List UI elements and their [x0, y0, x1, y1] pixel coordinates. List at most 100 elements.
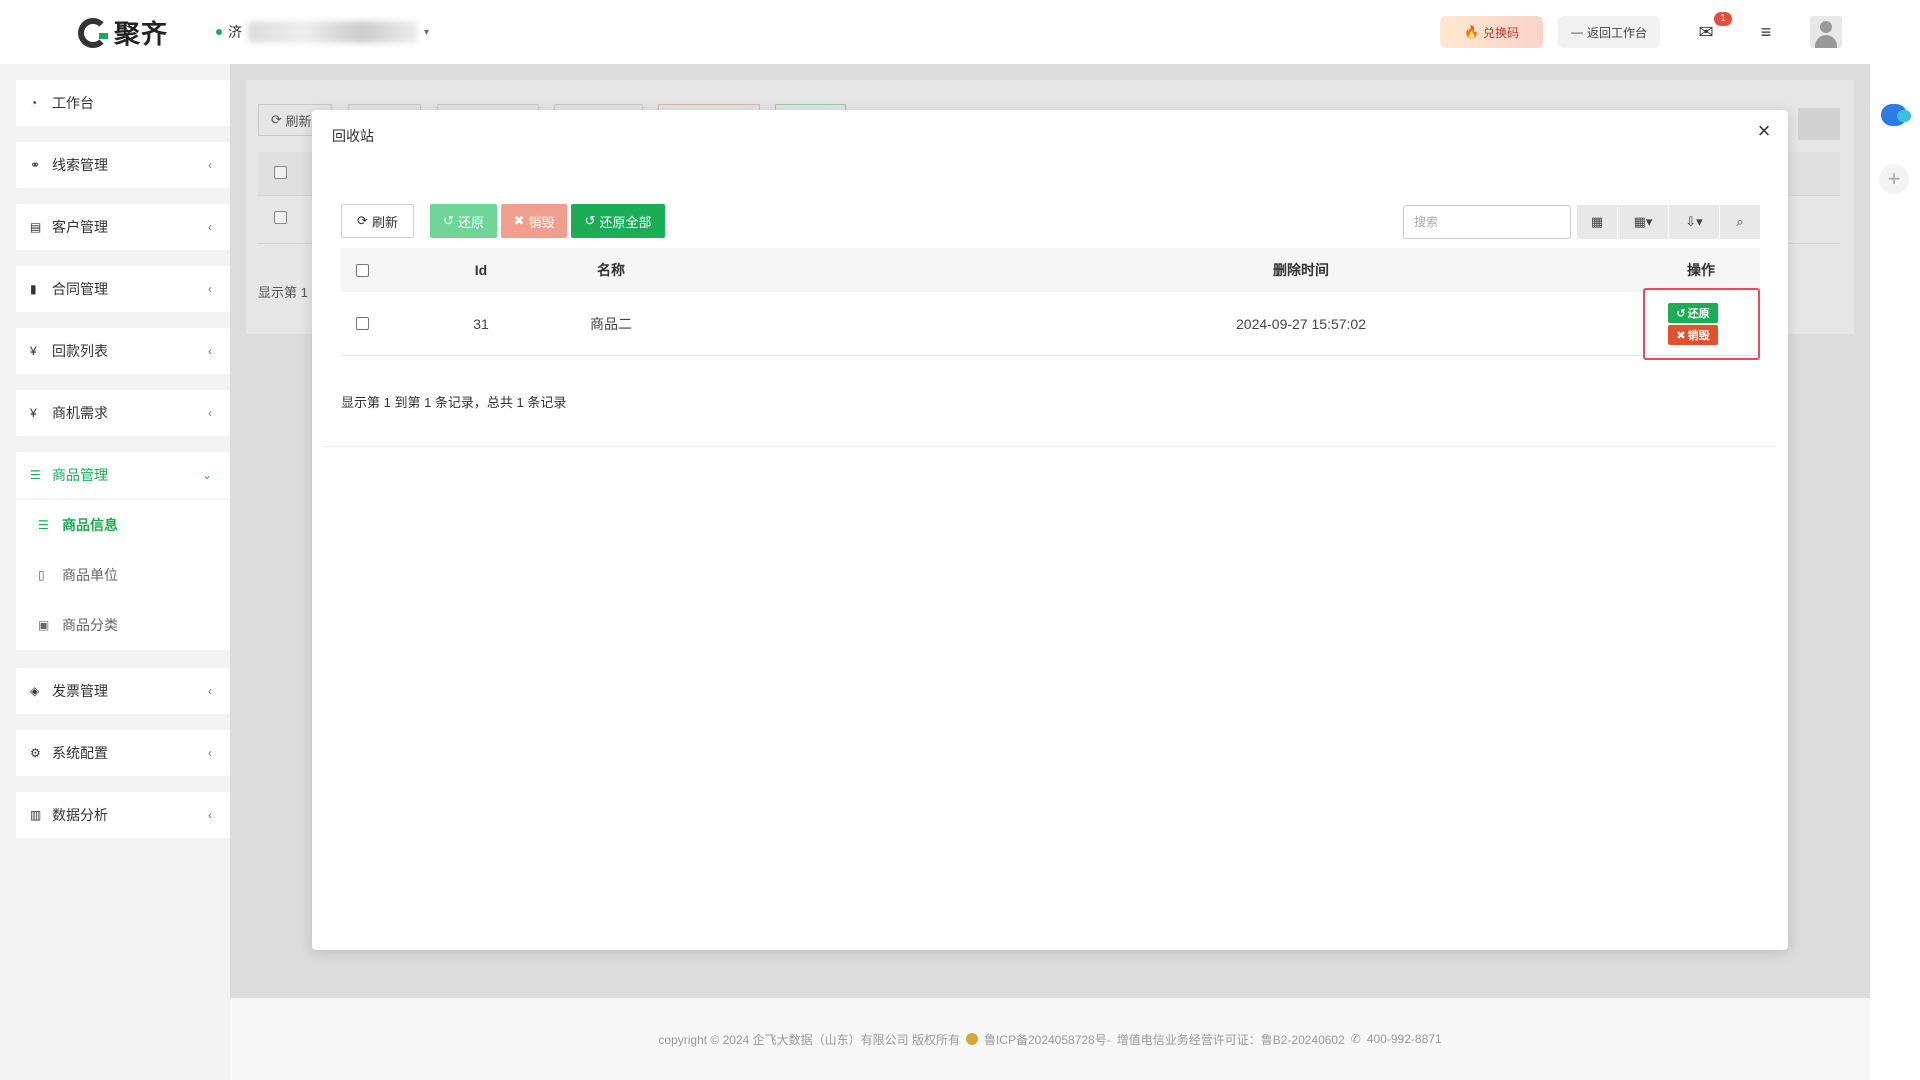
chevron-left-icon: ‹	[208, 220, 212, 234]
columns-icon: ▦▾	[1633, 214, 1653, 229]
restore-button[interactable]: ↺ 还原	[430, 204, 497, 238]
search-input[interactable]	[1403, 205, 1571, 239]
mail-badge: 1	[1714, 12, 1732, 26]
sidebar-item-label: 线索管理	[52, 157, 108, 173]
fire-icon: 🔥	[1464, 25, 1479, 39]
yen-icon: ¥	[30, 406, 37, 420]
background-search-button	[1798, 108, 1840, 140]
sidebar-item-contracts[interactable]: ▮ 合同管理 ‹	[16, 266, 230, 312]
refresh-label: 刷新	[371, 214, 398, 230]
calendar-plus-icon: ▣	[38, 618, 50, 632]
actions-highlight-box	[1643, 288, 1760, 360]
right-rail	[1870, 64, 1920, 1080]
company-name-initial: 济	[228, 24, 242, 40]
table-header: Id 名称 删除时间 操作	[341, 248, 1760, 292]
export-button[interactable]: ⇩▾	[1669, 205, 1719, 239]
row-destroy-button[interactable]: ✖ 销毁	[1668, 325, 1718, 345]
sidebar-item-label: 回款列表	[52, 343, 108, 359]
destroy-button[interactable]: ✖ 销毁	[501, 204, 567, 238]
company-switcher[interactable]: 济 ▾	[216, 21, 429, 43]
sidebar-item-label: 数据分析	[52, 807, 108, 823]
toggle-view-button[interactable]: ▦	[1577, 205, 1617, 239]
select-all-cell	[341, 248, 383, 292]
search-icon: ⌕	[1736, 214, 1744, 229]
logo-mark-icon	[78, 17, 108, 48]
refresh-icon: ⟳	[357, 213, 368, 228]
sidebar-item-opportunities[interactable]: ¥ 商机需求 ‹	[16, 390, 230, 436]
plus-icon[interactable]: +	[1879, 164, 1909, 194]
sidebar-item-payments[interactable]: ¥ 回款列表 ‹	[16, 328, 230, 374]
caret-down-icon: ▾	[424, 26, 430, 38]
envelope-icon[interactable]: ✉	[1694, 20, 1718, 44]
chevron-left-icon: ‹	[208, 808, 212, 822]
logo[interactable]: 聚齐	[78, 14, 168, 51]
x-icon: ✖	[1676, 329, 1686, 342]
sidebar-subitem-product-units[interactable]: ▯ 商品单位	[16, 550, 230, 600]
recycle-bin-modal: 回收站 × ⟳ 刷新 ↺ 还原 ✖ 销毁 ↺ 还原全部 ▦ ▦▾ ⇩▾ ⌕ Id…	[312, 110, 1788, 950]
sidebar-item-invoices[interactable]: ◈ 发票管理 ‹	[16, 668, 230, 714]
chevron-left-icon: ‹	[208, 684, 212, 698]
refresh-icon: ⟳	[271, 112, 282, 127]
sidebar-subitem-label: 商品信息	[62, 517, 118, 533]
columns-button[interactable]: ▦▾	[1618, 205, 1668, 239]
row-restore-button[interactable]: ↺ 还原	[1668, 303, 1718, 323]
sidebar-item-leads[interactable]: ⚭ 线索管理 ‹	[16, 142, 230, 188]
row-checkbox[interactable]	[355, 317, 369, 330]
file-icon: ▯	[38, 568, 45, 582]
link-icon: ⚭	[30, 158, 41, 172]
table-row: 31 商品二 2024-09-27 15:57:02	[341, 292, 1760, 356]
sidebar-subitem-product-info[interactable]: ☰ 商品信息	[16, 500, 230, 550]
x-icon: ✖	[513, 213, 525, 228]
sidebar-subitem-product-categories[interactable]: ▣ 商品分类	[16, 600, 230, 650]
hamburger-icon[interactable]: ≡	[1754, 20, 1778, 44]
chevron-left-icon: ‹	[208, 406, 212, 420]
back-to-workbench-label: 返回工作台	[1586, 25, 1647, 40]
sidebar-item-analytics[interactable]: ▥ 数据分析 ‹	[16, 792, 230, 838]
select-all-checkbox[interactable]	[355, 263, 369, 277]
sidebar-item-customers[interactable]: ▤ 客户管理 ‹	[16, 204, 230, 250]
redeem-code-button[interactable]: 🔥 兑换码	[1440, 16, 1543, 48]
search-button[interactable]: ⌕	[1720, 205, 1760, 239]
sidebar-item-label: 工作台	[52, 95, 94, 111]
chat-bubble-icon[interactable]	[1881, 104, 1911, 126]
cell-deleted-time: 2024-09-27 15:57:02	[1236, 315, 1366, 332]
list-icon: ☰	[38, 518, 49, 532]
footer-icp-link[interactable]: 鲁ICP备2024058728号-	[984, 1031, 1111, 1048]
sidebar-item-label: 发票管理	[52, 683, 108, 699]
id-card-icon: ▤	[30, 220, 42, 234]
back-to-workbench-button[interactable]: — 返回工作台	[1558, 16, 1660, 48]
table-view-icon: ▦	[1590, 214, 1604, 229]
column-header-id[interactable]: Id	[441, 248, 521, 292]
restore-all-label: 还原全部	[599, 214, 652, 230]
modal-divider	[324, 446, 1776, 447]
refresh-button[interactable]: ⟳ 刷新	[341, 204, 414, 238]
sidebar-item-products[interactable]: ☰ 商品管理 ⌄	[16, 452, 230, 498]
company-name-blurred	[248, 21, 418, 43]
chevron-left-icon: ‹	[208, 282, 212, 296]
column-header-deleted-time[interactable]: 删除时间	[1191, 248, 1411, 292]
undo-icon: ↺	[584, 213, 596, 228]
chevron-down-icon: ⌄	[201, 468, 212, 482]
list-icon: ☰	[30, 468, 41, 482]
avatar[interactable]	[1810, 16, 1842, 48]
undo-icon: ↺	[443, 213, 454, 228]
close-icon[interactable]: ×	[1752, 120, 1776, 144]
background-refresh-label: 刷新	[285, 113, 312, 129]
gears-icon: ⚙	[30, 746, 41, 760]
chevron-left-icon: ‹	[208, 158, 212, 172]
sidebar-item-label: 商机需求	[52, 405, 108, 421]
sidebar-item-workbench[interactable]: ◔ 工作台	[16, 80, 230, 126]
row-destroy-label: 销毁	[1687, 330, 1710, 342]
restore-label: 还原	[457, 214, 484, 230]
sidebar-item-settings[interactable]: ⚙ 系统配置 ‹	[16, 730, 230, 776]
restore-all-button[interactable]: ↺ 还原全部	[571, 204, 665, 238]
sidebar-item-label: 商品管理	[52, 467, 108, 483]
row-select-cell	[341, 292, 383, 355]
cell-id: 31	[473, 315, 489, 332]
background-pager-text: 显示第 1	[258, 285, 308, 300]
modal-title: 回收站	[332, 128, 374, 144]
column-header-name[interactable]: 名称	[561, 248, 661, 292]
export-icon: ⇩▾	[1685, 214, 1703, 229]
footer-copyright: copyright © 2024 企飞大数据（山东）有限公司 版权所有	[658, 1032, 960, 1047]
footer-phone: 400-992-8871	[1366, 1032, 1442, 1046]
